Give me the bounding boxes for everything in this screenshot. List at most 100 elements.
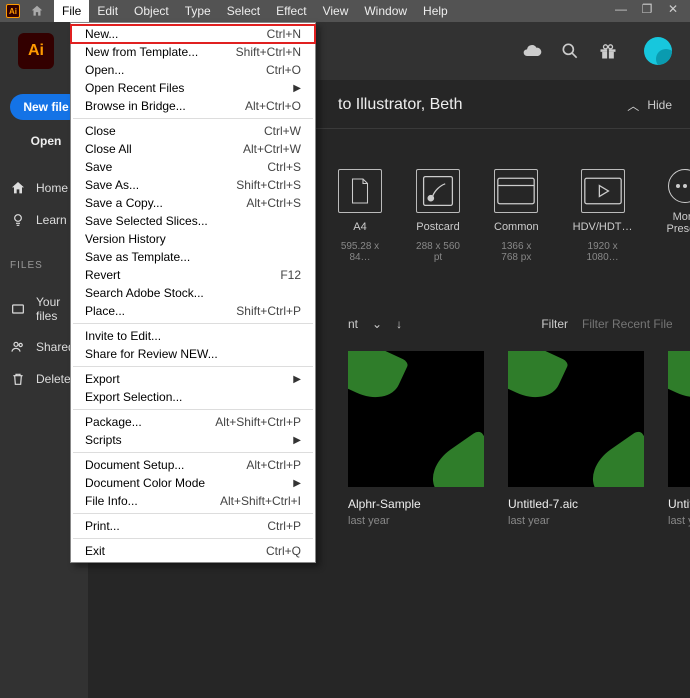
menu-item-place[interactable]: Place...Shift+Ctrl+P (71, 302, 315, 320)
menu-item-browse-in-bridge[interactable]: Browse in Bridge...Alt+Ctrl+O (71, 97, 315, 115)
menu-item-document-color-mode[interactable]: Document Color Mode▶ (71, 474, 315, 492)
menu-item-label: Export Selection... (85, 390, 182, 404)
minimize-button[interactable]: — (608, 0, 634, 18)
menu-type[interactable]: Type (177, 0, 219, 22)
app-logo-small: Ai (6, 4, 20, 18)
menu-object[interactable]: Object (126, 0, 177, 22)
more-presets-button[interactable]: More Presets (667, 169, 690, 263)
menu-item-export[interactable]: Export ▶ (71, 370, 315, 388)
menu-item-label: Save Selected Slices... (85, 214, 208, 228)
menu-file[interactable]: File (54, 0, 89, 22)
menu-item-revert[interactable]: RevertF12 (71, 266, 315, 284)
menu-shortcut: Shift+Ctrl+S (236, 178, 301, 192)
folder-icon (10, 301, 26, 317)
menu-item-invite-to-edit[interactable]: Invite to Edit... (71, 327, 315, 345)
menu-item-version-history[interactable]: Version History (71, 230, 315, 248)
menu-shortcut: Alt+Shift+Ctrl+P (215, 415, 301, 429)
preset-name: Common (494, 221, 539, 233)
menu-item-close[interactable]: CloseCtrl+W (71, 122, 315, 140)
menu-separator (73, 452, 313, 453)
preset-dimensions: 595.28 x 84… (338, 241, 382, 263)
file-time: last year (668, 515, 690, 527)
menu-item-save-a-copy[interactable]: Save a Copy...Alt+Ctrl+S (71, 194, 315, 212)
hide-suggestions-link[interactable]: Hide (647, 98, 672, 112)
sidebar-item-home[interactable]: Home (10, 180, 78, 196)
menu-edit[interactable]: Edit (89, 0, 126, 22)
thumbnail-image: ☁ (508, 351, 644, 487)
files-section-label: FILES (10, 260, 78, 271)
menu-effect[interactable]: Effect (268, 0, 314, 22)
menu-item-package[interactable]: Package... Alt+Shift+Ctrl+P (71, 413, 315, 431)
file-time: last year (508, 515, 644, 527)
menu-item-label: Save (85, 160, 112, 174)
menu-item-document-setup[interactable]: Document Setup...Alt+Ctrl+P (71, 456, 315, 474)
menu-item-search-adobe-stock[interactable]: Search Adobe Stock... (71, 284, 315, 302)
thumbnail-image (668, 351, 690, 487)
menu-item-save-as-template[interactable]: Save as Template... (71, 248, 315, 266)
recent-file[interactable]: Untitled-5.aiclast year (668, 351, 690, 527)
close-button[interactable]: ✕ (660, 0, 686, 18)
menu-item-export-selection[interactable]: Export Selection... (71, 388, 315, 406)
search-icon[interactable] (560, 41, 580, 61)
menu-item-file-info[interactable]: File Info...Alt+Shift+Ctrl+I (71, 492, 315, 510)
sidebar-item-shared[interactable]: Shared (10, 339, 78, 355)
menu-item-label: Package... (85, 415, 142, 429)
menu-item-save-selected-slices[interactable]: Save Selected Slices... (71, 212, 315, 230)
menu-item-label: Save as Template... (85, 250, 190, 264)
sort-chevron-icon[interactable]: ⌄ (372, 317, 382, 331)
gift-icon[interactable] (598, 41, 618, 61)
cloud-icon[interactable] (522, 41, 542, 61)
preset-common[interactable]: Common1366 x 768 px (494, 169, 539, 263)
menu-select[interactable]: Select (219, 0, 268, 22)
menu-item-print[interactable]: Print...Ctrl+P (71, 517, 315, 535)
filter-label: Filter (541, 317, 568, 331)
menu-item-save-as[interactable]: Save As... Shift+Ctrl+S (71, 176, 315, 194)
file-time: last year (348, 515, 484, 527)
preset-dimensions: 1920 x 1080… (573, 241, 633, 263)
menu-item-new-from-template[interactable]: New from Template...Shift+Ctrl+N (71, 43, 315, 61)
sidebar-item-learn[interactable]: Learn (10, 212, 78, 228)
menu-item-label: Open... (85, 63, 124, 77)
recent-file[interactable]: ☁Alphr-Samplelast year (348, 351, 484, 527)
preset-a4[interactable]: A4595.28 x 84… (338, 169, 382, 263)
menu-item-close-all[interactable]: Close AllAlt+Ctrl+W (71, 140, 315, 158)
menu-item-label: Share for Review NEW... (85, 347, 218, 361)
menu-item-label: Save a Copy... (85, 196, 163, 210)
preset-postcard[interactable]: Postcard288 x 560 pt (416, 169, 460, 263)
menu-shortcut: Ctrl+W (264, 124, 301, 138)
menu-help[interactable]: Help (415, 0, 456, 22)
maximize-button[interactable]: ❐ (634, 0, 660, 18)
menu-item-label: Revert (85, 268, 120, 282)
menu-item-new[interactable]: New...Ctrl+N (71, 25, 315, 43)
menu-separator (73, 323, 313, 324)
menu-item-exit[interactable]: ExitCtrl+Q (71, 542, 315, 560)
preset-hdv-hdt-[interactable]: HDV/HDT…1920 x 1080… (573, 169, 633, 263)
menu-view[interactable]: View (315, 0, 357, 22)
cloud-badge-icon: ☁ (462, 465, 480, 483)
menu-item-label: Save As... (85, 178, 139, 192)
submenu-arrow-icon: ▶ (293, 374, 301, 385)
filter-input[interactable] (582, 317, 672, 331)
menu-item-share-for-review-new[interactable]: Share for Review NEW... (71, 345, 315, 363)
menu-item-open-recent-files[interactable]: Open Recent Files▶ (71, 79, 315, 97)
menu-item-label: Print... (85, 519, 120, 533)
home-icon[interactable] (30, 4, 44, 18)
menu-shortcut: Alt+Ctrl+P (246, 458, 301, 472)
sidebar-item-your-files[interactable]: Your files (10, 295, 78, 323)
menu-item-scripts[interactable]: Scripts▶ (71, 431, 315, 449)
avatar[interactable] (644, 37, 672, 65)
sort-direction-icon[interactable]: ↓ (396, 317, 402, 331)
people-icon (10, 339, 26, 355)
collapse-chevron-icon[interactable]: ︿ (627, 97, 639, 114)
recent-file[interactable]: ☁Untitled-7.aiclast year (508, 351, 644, 527)
cloud-badge-icon: ☁ (622, 465, 640, 483)
sidebar-item-deleted[interactable]: Deleted (10, 371, 78, 387)
file-menu-dropdown: New...Ctrl+NNew from Template...Shift+Ct… (70, 22, 316, 563)
menu-item-save[interactable]: SaveCtrl+S (71, 158, 315, 176)
menu-item-open[interactable]: Open...Ctrl+O (71, 61, 315, 79)
trash-icon (10, 371, 26, 387)
menu-item-label: Export (85, 372, 120, 386)
welcome-title: to Illustrator, Beth (338, 96, 463, 114)
menu-item-label: Place... (85, 304, 125, 318)
menu-window[interactable]: Window (356, 0, 415, 22)
